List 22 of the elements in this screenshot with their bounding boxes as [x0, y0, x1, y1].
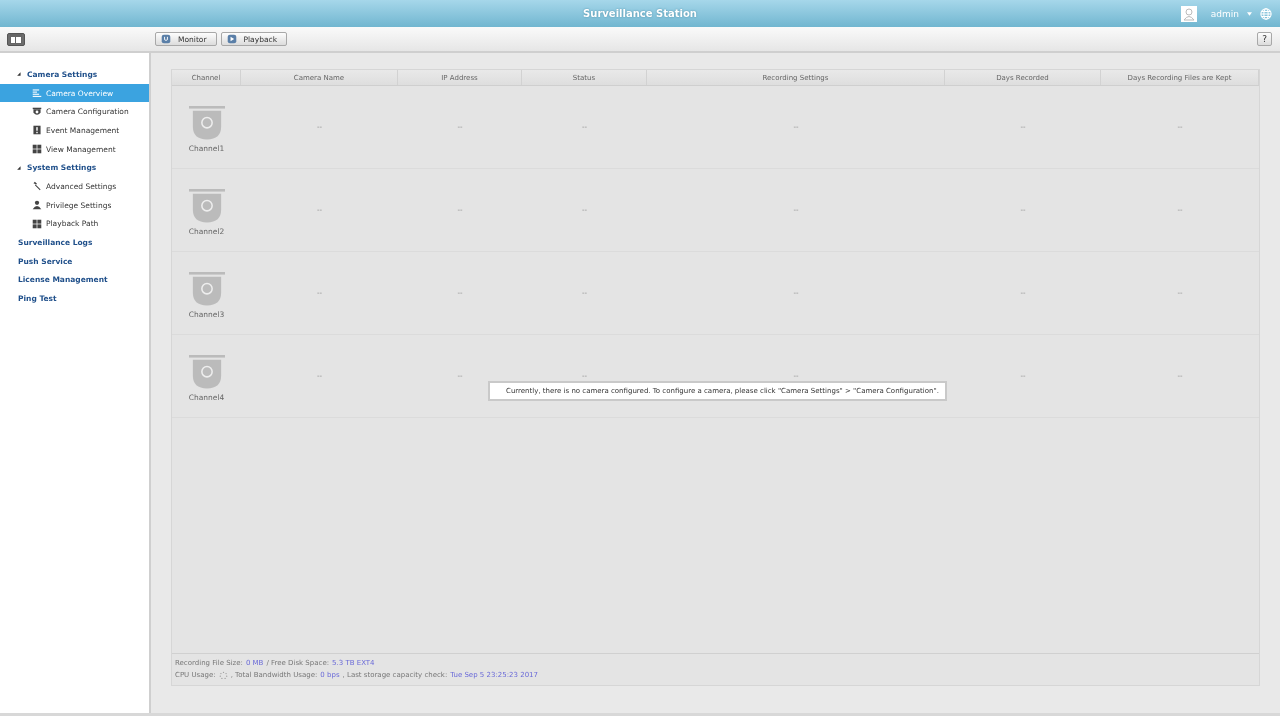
expand-triangle-icon [16, 163, 24, 172]
camera-icon [188, 271, 225, 308]
expand-triangle-icon [16, 70, 24, 79]
globe-icon[interactable] [1260, 7, 1272, 20]
monitor-icon [161, 34, 171, 44]
grid-icon [32, 144, 42, 155]
play-icon [226, 34, 237, 44]
list-icon [32, 88, 42, 99]
caret-icon[interactable] [1247, 11, 1252, 16]
window-title: Surveillance Station [582, 8, 698, 19]
help-button[interactable]: ? [1257, 32, 1272, 46]
wrench-icon [32, 181, 42, 192]
camera-icon [32, 106, 42, 117]
camera-icon [188, 188, 225, 225]
camera-icon [188, 105, 225, 142]
sidebar-toggle-button[interactable] [7, 32, 25, 46]
grid-icon [32, 218, 42, 229]
alert-icon [32, 125, 42, 136]
person-icon [32, 200, 42, 211]
camera-icon [188, 354, 225, 391]
user-avatar-icon[interactable] [1180, 5, 1197, 22]
loading-spinner-icon [218, 670, 228, 680]
